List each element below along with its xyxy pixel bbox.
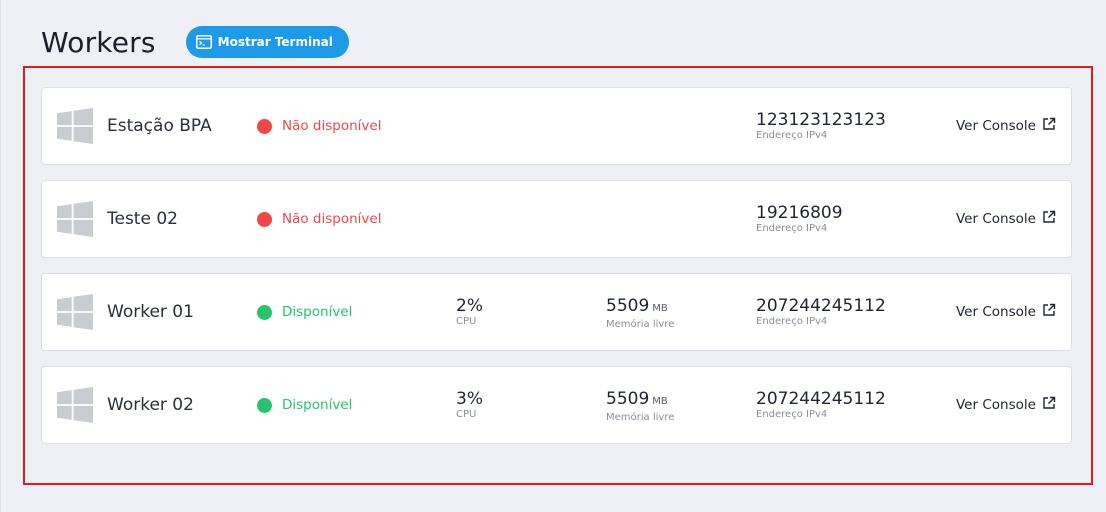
status-indicator: Disponível <box>257 274 352 350</box>
worker-card: Teste 02 Não disponível 19216809 Endereço I… <box>41 180 1072 258</box>
status-text: Não disponível <box>282 118 382 134</box>
memory-unit: MB <box>652 303 668 314</box>
worker-name: Worker 02 <box>107 395 194 415</box>
status-dot-icon <box>257 397 272 413</box>
left-border <box>0 0 1 512</box>
worker-card: Worker 01 Disponível 2% CPU 5509 MB Memória li… <box>41 273 1072 351</box>
view-console-link[interactable]: Ver Console <box>956 88 1056 164</box>
ip-value: 19216809 <box>756 203 843 223</box>
windows-icon <box>57 201 93 237</box>
ip-value: 207244245112 <box>756 389 886 409</box>
windows-icon <box>57 294 93 330</box>
show-terminal-label: Mostrar Terminal <box>217 35 333 49</box>
view-console-link[interactable]: Ver Console <box>956 181 1056 257</box>
ip-label: Endereço IPv4 <box>756 316 828 327</box>
ip-metric: 123123123123 Endereço IPv4 <box>756 110 886 142</box>
ip-value: 123123123123 <box>756 110 886 130</box>
cpu-label: CPU <box>456 409 477 420</box>
status-indicator: Disponível <box>257 367 352 443</box>
ip-label: Endereço IPv4 <box>756 130 828 141</box>
status-text: Disponível <box>282 304 353 320</box>
memory-label: Memória livre <box>606 319 675 330</box>
page-header: Workers Mostrar Terminal <box>41 22 349 62</box>
memory-metric: 5509 MB Memória livre <box>606 389 674 424</box>
view-console-link[interactable]: Ver Console <box>956 274 1056 350</box>
terminal-icon <box>195 35 212 49</box>
memory-unit: MB <box>652 396 668 407</box>
cpu-metric: 3% CPU <box>456 389 483 421</box>
memory-label: Memória livre <box>606 412 675 423</box>
worker-card: Estação BPA Não disponível 123123123123 End… <box>41 87 1072 165</box>
status-indicator: Não disponível <box>257 88 381 164</box>
ip-metric: 207244245112 Endereço IPv4 <box>756 296 886 328</box>
cpu-value: 2% <box>456 296 483 316</box>
cpu-value: 3% <box>456 389 483 409</box>
status-text: Não disponível <box>282 211 382 227</box>
worker-name: Teste 02 <box>107 209 178 229</box>
ip-label: Endereço IPv4 <box>756 409 828 420</box>
worker-name: Estação BPA <box>107 116 212 136</box>
view-console-link[interactable]: Ver Console <box>956 367 1056 443</box>
status-indicator: Não disponível <box>257 181 381 257</box>
status-dot-icon <box>257 118 272 134</box>
memory-metric: 5509 MB Memória livre <box>606 296 674 331</box>
ip-metric: 207244245112 Endereço IPv4 <box>756 389 886 421</box>
windows-icon <box>57 108 93 144</box>
cpu-metric: 2% CPU <box>456 296 483 328</box>
view-console-label: Ver Console <box>956 211 1036 227</box>
page-title: Workers <box>41 25 156 59</box>
status-dot-icon <box>257 304 272 320</box>
worker-card: Worker 02 Disponível 3% CPU 5509 MB Memória li… <box>41 366 1072 444</box>
memory-value: 5509 <box>606 389 650 409</box>
external-link-icon <box>1042 117 1056 135</box>
ip-metric: 19216809 Endereço IPv4 <box>756 203 843 235</box>
cpu-label: CPU <box>456 316 477 327</box>
external-link-icon <box>1042 303 1056 321</box>
view-console-label: Ver Console <box>956 118 1036 134</box>
ip-value: 207244245112 <box>756 296 886 316</box>
external-link-icon <box>1042 210 1056 228</box>
external-link-icon <box>1042 396 1056 414</box>
memory-value: 5509 <box>606 296 650 316</box>
view-console-label: Ver Console <box>956 397 1036 413</box>
worker-name: Worker 01 <box>107 302 194 322</box>
status-dot-icon <box>257 211 272 227</box>
windows-icon <box>57 387 93 423</box>
show-terminal-button[interactable]: Mostrar Terminal <box>185 26 349 58</box>
ip-label: Endereço IPv4 <box>756 223 828 234</box>
view-console-label: Ver Console <box>956 304 1036 320</box>
status-text: Disponível <box>282 397 353 413</box>
